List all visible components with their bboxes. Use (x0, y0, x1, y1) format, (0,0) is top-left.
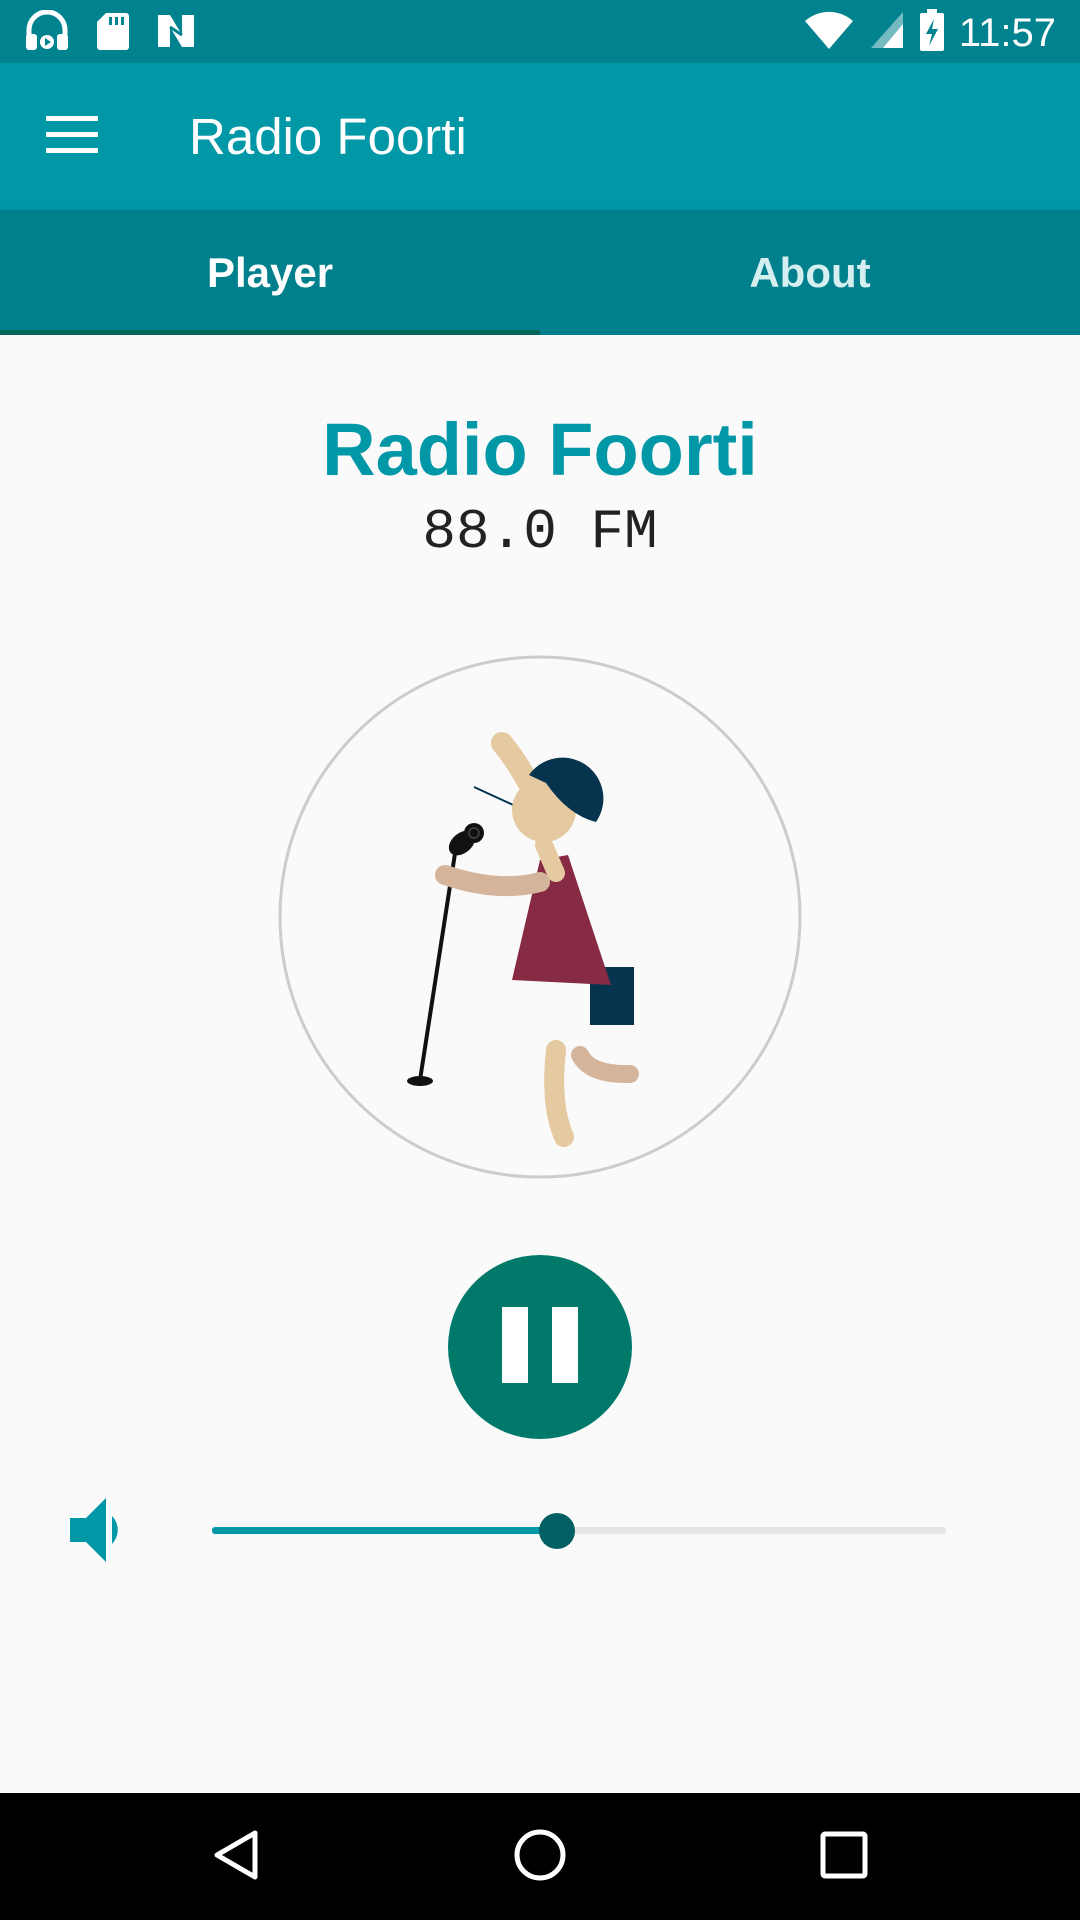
app-title: Radio Foorti (189, 108, 467, 165)
navigation-bar (0, 1793, 1080, 1920)
menu-button[interactable] (32, 101, 112, 173)
notification-icons (24, 9, 196, 57)
system-status: 11:57 (803, 8, 1056, 57)
headset-icon (24, 9, 70, 57)
back-button[interactable] (196, 1819, 276, 1895)
station-artwork (278, 655, 802, 1179)
home-icon (512, 1827, 568, 1888)
hamburger-menu-icon (46, 115, 98, 159)
recents-icon (819, 1830, 869, 1885)
pause-icon (500, 1306, 580, 1388)
back-icon (211, 1827, 261, 1888)
app-screen: 11:57 Radio Foorti Player About Radio Fo… (0, 0, 1080, 1920)
singer-illustration (278, 655, 802, 1179)
tab-about[interactable]: About (540, 210, 1080, 335)
tab-player[interactable]: Player (0, 210, 540, 335)
slider-thumb[interactable] (538, 1513, 575, 1549)
pause-button[interactable] (448, 1255, 632, 1439)
status-bar: 11:57 (0, 0, 1080, 63)
volume-up-icon[interactable] (68, 1494, 128, 1566)
station-name: Radio Foorti (322, 408, 758, 491)
cell-signal-icon (869, 10, 905, 55)
tab-label: About (749, 248, 871, 296)
sd-card-icon (96, 11, 130, 56)
tab-bar: Player About (0, 210, 1080, 335)
tab-label: Player (206, 248, 334, 296)
station-frequency: 88.0 FM (422, 500, 658, 564)
slider-fill (212, 1527, 557, 1534)
recents-button[interactable] (804, 1819, 884, 1895)
player-content: Radio Foorti 88.0 FM (0, 335, 1080, 1793)
battery-charging-icon (919, 8, 945, 57)
home-button[interactable] (500, 1819, 580, 1895)
wifi-icon (803, 9, 855, 56)
app-bar: Radio Foorti (0, 63, 1080, 210)
status-time: 11:57 (958, 10, 1056, 55)
volume-slider[interactable] (212, 1513, 946, 1549)
n-logo-icon (156, 13, 196, 54)
